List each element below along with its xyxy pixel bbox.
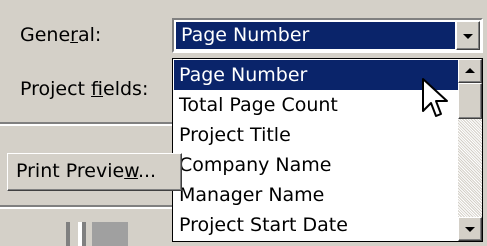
general-label-mnemonic: r — [70, 24, 78, 46]
dropdown-items: Page Number Total Page Count Project Tit… — [174, 60, 458, 240]
project-fields-label-text-end: ields: — [103, 78, 149, 100]
combobox-selected-value[interactable]: Page Number — [176, 22, 455, 49]
list-item[interactable]: Total Page Count — [174, 90, 458, 120]
general-label-text-end: al: — [77, 24, 102, 46]
panel-stub — [92, 222, 128, 246]
panel-stub — [66, 222, 70, 246]
mouse-pointer-icon — [422, 78, 448, 117]
separator-light-lower — [0, 207, 175, 209]
list-item[interactable]: Project Title — [174, 120, 458, 150]
scroll-down-button[interactable] — [458, 217, 482, 241]
panel-stub — [82, 222, 86, 246]
print-preview-mnemonic: w — [124, 160, 138, 182]
scroll-up-icon — [465, 68, 475, 73]
separator-light — [0, 124, 175, 126]
general-label: General: — [20, 24, 101, 46]
project-fields-label-mnemonic: f — [91, 78, 104, 100]
scroll-up-button[interactable] — [458, 59, 482, 83]
list-item[interactable]: Manager Name — [174, 180, 458, 210]
combobox-dropdown-button[interactable] — [456, 21, 480, 50]
print-preview-ellipsis: ... — [137, 160, 157, 182]
project-fields-label: Project fields: — [20, 78, 148, 100]
scroll-thumb[interactable] — [458, 83, 482, 119]
list-item[interactable]: Page Number — [174, 60, 458, 90]
general-label-text: Gene — [20, 24, 71, 46]
list-item[interactable]: Project Start Date — [174, 210, 458, 240]
scroll-down-icon — [465, 227, 475, 232]
chevron-down-icon — [463, 33, 473, 39]
print-preview-label: Print Previe — [16, 160, 125, 182]
dropdown-scrollbar[interactable] — [458, 59, 482, 241]
project-fields-label-text: Project — [20, 78, 92, 100]
list-item[interactable]: Company Name — [174, 150, 458, 180]
general-combobox[interactable]: Page Number — [172, 18, 483, 53]
print-preview-button[interactable]: Print Preview... — [7, 153, 182, 191]
